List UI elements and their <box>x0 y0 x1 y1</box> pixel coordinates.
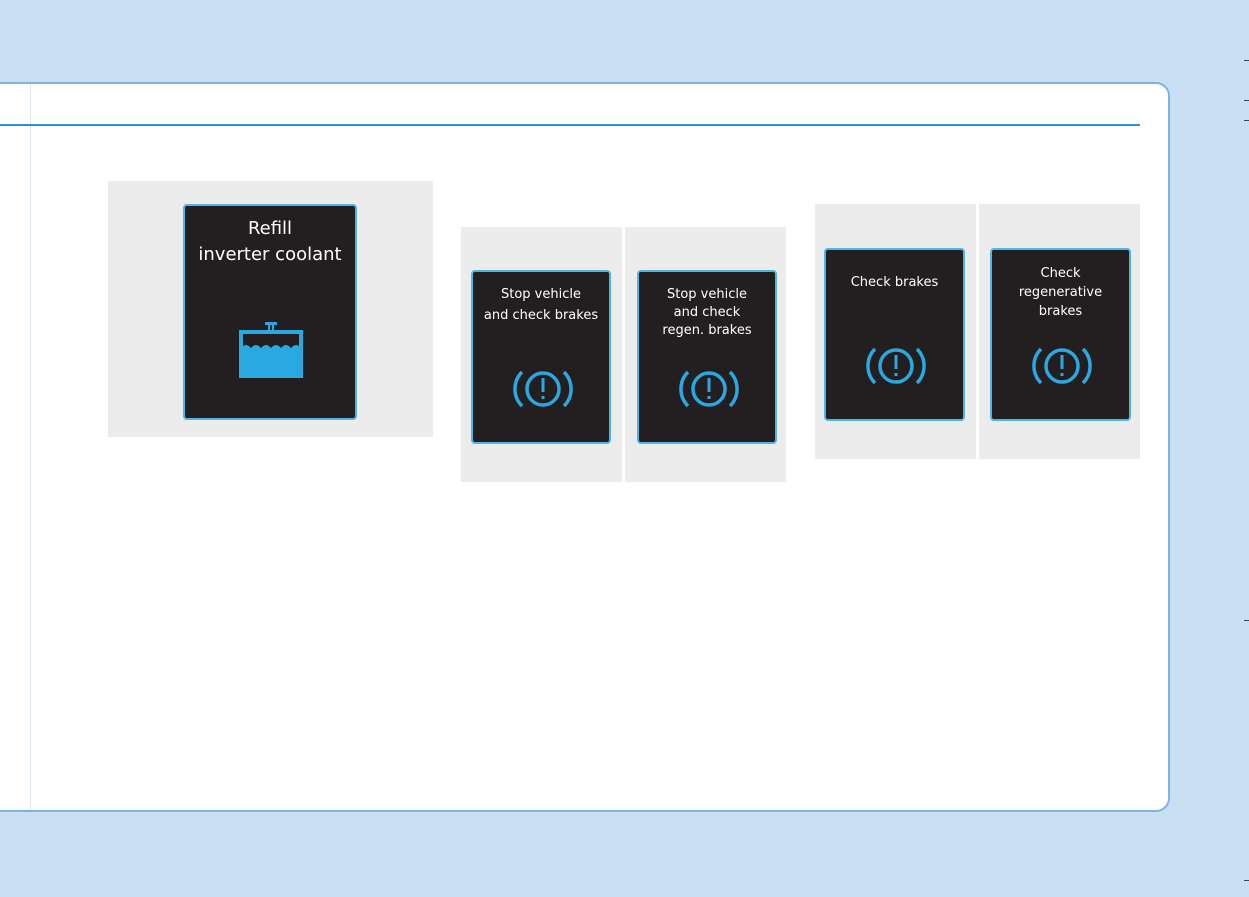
cluster-display-refill-coolant: Refill inverter coolant <box>183 204 357 420</box>
display-message: Stop vehicle and check brakes <box>483 287 599 323</box>
display-message: Check regenerative brakes <box>1018 266 1103 319</box>
display-message: Stop vehicle and check regen. brakes <box>662 287 752 338</box>
display-message: Check brakes <box>850 275 939 290</box>
brake-warning-icon <box>679 370 739 408</box>
illustration-panel-coolant: Refill inverter coolant <box>108 181 433 437</box>
cluster-display-check-regenerative-brakes: Check regenerative brakes <box>990 248 1131 421</box>
cluster-display-stop-check-regen-brakes: Stop vehicle and check regen. brakes <box>637 270 777 444</box>
panel-divider <box>622 227 625 482</box>
panel-divider <box>976 204 979 459</box>
coolant-reservoir-icon <box>239 322 303 378</box>
page-edge-ticks <box>1244 0 1249 897</box>
brake-warning-icon <box>1032 347 1092 385</box>
brake-warning-icon <box>866 347 926 385</box>
cluster-display-check-brakes: Check brakes <box>824 248 965 421</box>
margin-guide <box>30 84 31 810</box>
illustration-panel-stop-vehicle: Stop vehicle and check brakes Stop vehic… <box>461 227 786 482</box>
cluster-display-stop-check-brakes: Stop vehicle and check brakes <box>471 270 611 444</box>
header-rule <box>0 124 1140 126</box>
display-message: Refill inverter coolant <box>198 218 342 265</box>
brake-warning-icon <box>513 370 573 408</box>
illustration-panel-check-brakes: Check brakes Check regenerative brakes <box>815 204 1140 459</box>
